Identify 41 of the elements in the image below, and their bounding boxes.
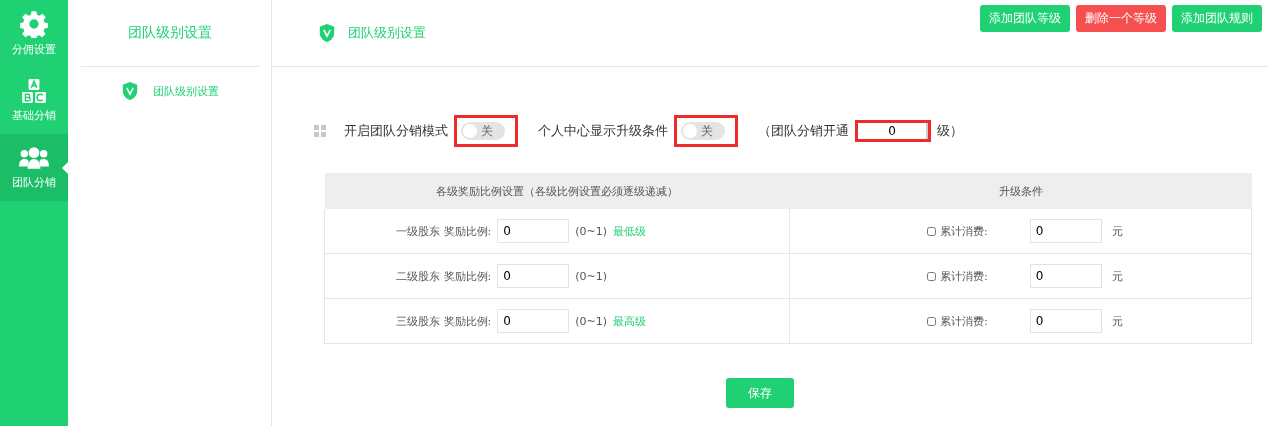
delete-button[interactable]: 删除一个等级 [1076,4,1166,32]
checkbox[interactable] [927,226,936,236]
amount-input[interactable]: 0 [1029,219,1102,243]
ratio-input[interactable]: 0 [497,219,570,243]
page-title: 团队级别设置 [348,24,426,42]
ratio-label: 二级股东 奖励比例: [396,268,492,284]
ratio-label: 一级股东 奖励比例: [396,223,492,239]
setting-label: 个人中心显示升级条件 [538,122,668,140]
gear-icon [20,10,48,38]
amount-input[interactable]: 0 [1029,264,1102,288]
amount-input[interactable]: 0 [1029,309,1102,333]
condition-label: 累计消费: [940,268,988,284]
shield-icon [120,81,139,101]
level-note: 最低级 [613,223,646,239]
condition-label: 累计消费: [940,313,988,329]
toggle-switch[interactable]: 关 [681,122,725,140]
setting-label: 级） [937,122,963,140]
unit-label: 元 [1111,313,1123,329]
setting-label: （团队分销开通 [758,122,849,140]
ratio-input[interactable]: 0 [497,309,570,333]
range-hint: (0~1) [575,224,607,238]
condition-label: 累计消费: [940,223,988,239]
range-hint: (0~1) [575,269,607,283]
checkbox[interactable] [927,271,936,281]
unit-label: 元 [1111,268,1123,284]
level-note: 最高级 [613,313,646,329]
setting-label: 开启团队分销模式 [344,122,448,140]
panel-title: 团队级别设置 [127,23,212,42]
shield-icon [318,23,336,43]
grid-icon [314,125,326,137]
letter-blocks-icon [21,78,47,104]
ratio-label: 三级股东 奖励比例: [396,313,492,329]
pointer-icon [62,162,68,174]
range-hint: (0~1) [575,314,607,328]
column-header: 各级奖励比例设置（各级比例设置必须逐级递减） [324,173,790,209]
checkbox[interactable] [927,316,936,326]
unit-label: 元 [1111,223,1123,239]
column-header: 升级条件 [789,173,1252,209]
ratio-input[interactable]: 0 [497,264,570,288]
toggle-switch[interactable]: 关 [461,122,505,140]
team-icon [19,145,49,171]
